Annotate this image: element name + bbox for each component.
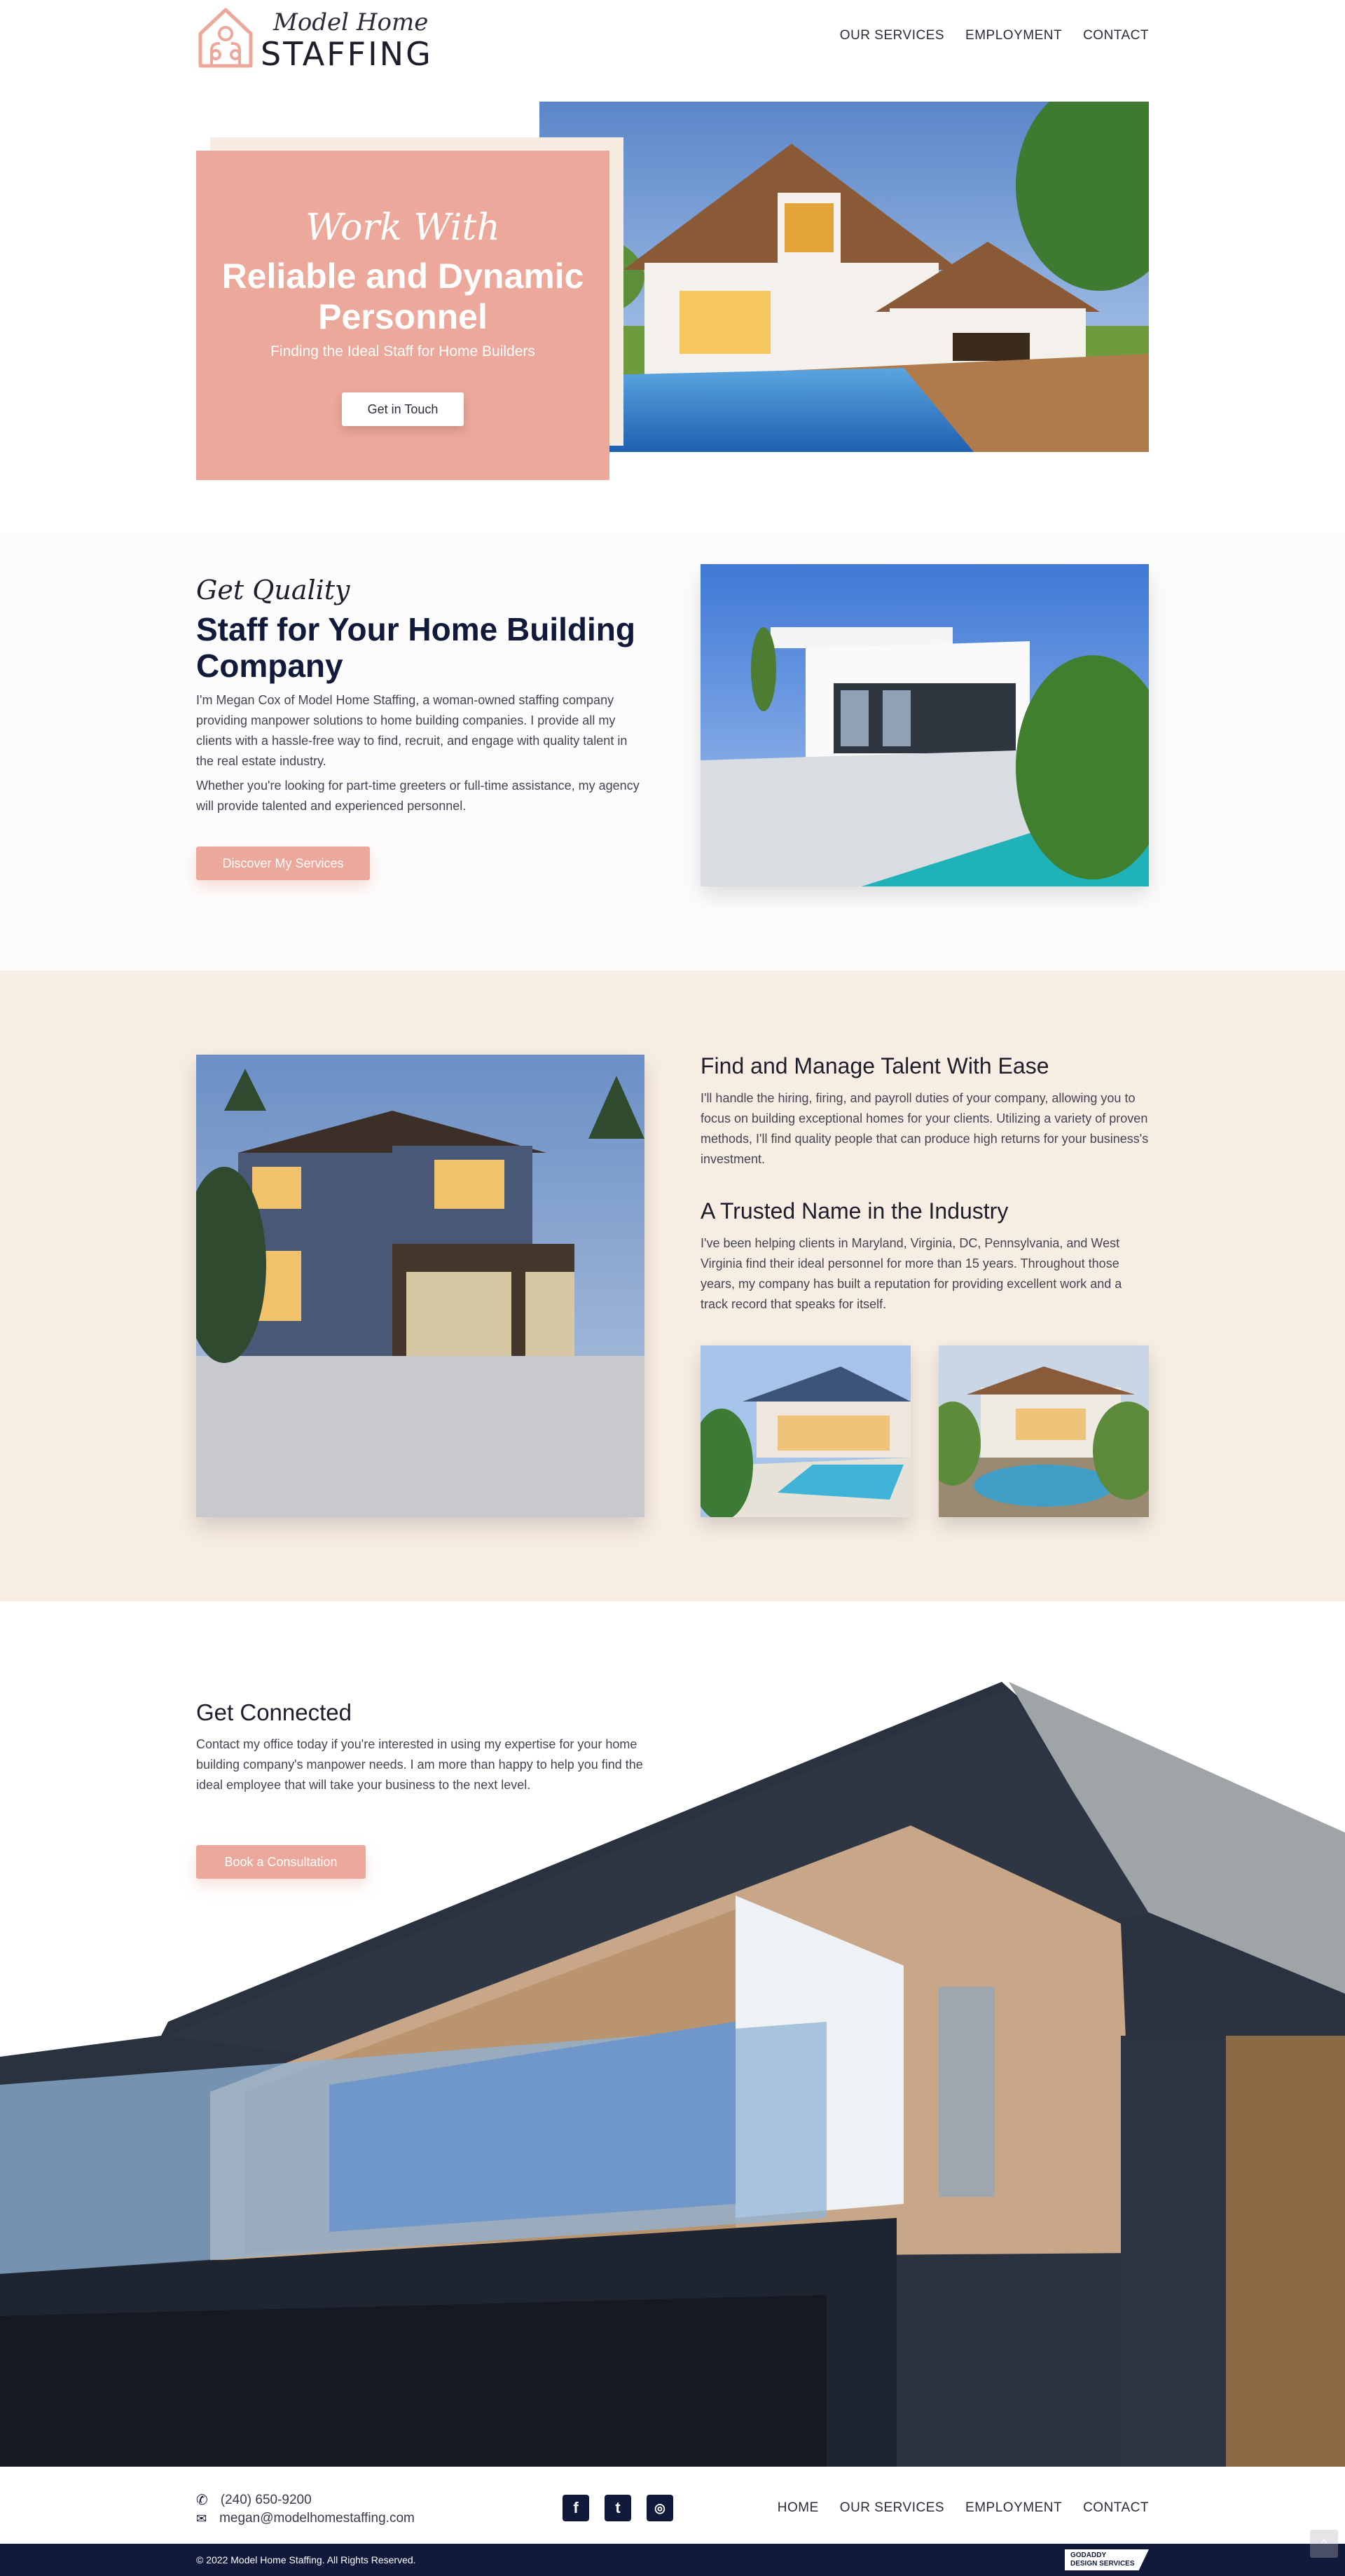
connect-section: Get Connected Contact my office today if… (0, 1601, 1345, 2467)
talent-heading-2: A Trusted Name in the Industry (701, 1198, 1009, 1224)
house-logo-icon (198, 8, 253, 68)
footer-nav-home[interactable]: HOME (778, 2500, 819, 2516)
pool-patio-thumb-1 (701, 1345, 911, 1517)
badge-line-1: GODADDY (1070, 2551, 1107, 2559)
footer-nav-our-services[interactable]: OUR SERVICES (840, 2500, 944, 2516)
hero-subtitle: Finding the Ideal Staff for Home Builder… (270, 343, 535, 359)
godaddy-badge[interactable]: GODADDY DESIGN SERVICES (1065, 2549, 1149, 2570)
phone-icon: ✆ (196, 2493, 208, 2508)
about-title: Staff for Your Home Building Company (196, 611, 635, 684)
about-paragraph-2: Whether you're looking for part-time gre… (196, 779, 640, 813)
footer-phone[interactable]: ✆ (240) 650-9200 (196, 2491, 312, 2509)
twitter-icon[interactable]: t (605, 2495, 631, 2521)
pool-patio-thumb-2 (939, 1345, 1149, 1517)
book-consultation-button[interactable]: Book a Consultation (196, 1845, 366, 1879)
phone-number: (240) 650-9200 (220, 2492, 312, 2507)
hero-title: Reliable and Dynamic Personnel (221, 256, 584, 336)
talent-section: Find and Manage Talent With Ease I'll ha… (0, 971, 1345, 1601)
connect-title: Get Connected (196, 1699, 352, 1725)
footer-nav: HOME OUR SERVICES EMPLOYMENT CONTACT (778, 2500, 1149, 2516)
garage-house-photo (196, 1055, 644, 1517)
hero-house-photo (539, 102, 1149, 452)
nav-contact[interactable]: CONTACT (1083, 28, 1149, 43)
envelope-icon: ✉ (196, 2511, 207, 2526)
talent-heading-1: Find and Manage Talent With Ease (701, 1053, 1049, 1078)
hero-script-heading: Work With (305, 207, 500, 249)
site-footer: ✆ (240) 650-9200 ✉ megan@modelhomestaffi… (0, 2467, 1345, 2544)
instagram-icon[interactable]: ◎ (647, 2495, 673, 2521)
footer-email[interactable]: ✉ megan@modelhomestaffing.com (196, 2511, 415, 2526)
about-paragraph-1: I'm Megan Cox of Model Home Staffing, a … (196, 693, 628, 768)
nav-our-services[interactable]: OUR SERVICES (840, 28, 944, 43)
footer-nav-employment[interactable]: EMPLOYMENT (965, 2500, 1062, 2516)
about-section: Get Quality Staff for Your Home Building… (0, 533, 1345, 971)
social-links: f t ◎ (563, 2495, 673, 2521)
talent-paragraph-2: I've been helping clients in Maryland, V… (701, 1236, 1122, 1311)
copyright-text: © 2022 Model Home Staffing. All Rights R… (196, 2554, 416, 2565)
email-address: megan@modelhomestaffing.com (219, 2511, 415, 2526)
badge-line-2: DESIGN SERVICES (1070, 2560, 1135, 2568)
site-header: Model Home STAFFING OUR SERVICES EMPLOYM… (0, 0, 1345, 77)
facebook-icon[interactable]: f (563, 2495, 589, 2521)
modern-house-pool-photo (701, 564, 1149, 886)
logo[interactable]: Model Home STAFFING (196, 4, 431, 73)
discover-services-button[interactable]: Discover My Services (196, 847, 370, 880)
connect-paragraph: Contact my office today if you're intere… (196, 1737, 643, 1792)
nav-employment[interactable]: EMPLOYMENT (965, 28, 1062, 43)
talent-paragraph-1: I'll handle the hiring, firing, and payr… (701, 1091, 1149, 1166)
logo-wordmark: STAFFING (261, 35, 433, 73)
hero-card: Work With Reliable and Dynamic Personnel… (196, 151, 609, 480)
scroll-to-top-icon[interactable]: ^ (1310, 2530, 1338, 2558)
logo-script-text: Model Home (273, 8, 429, 36)
main-nav: OUR SERVICES EMPLOYMENT CONTACT (840, 28, 1149, 43)
footer-nav-contact[interactable]: CONTACT (1083, 2500, 1149, 2516)
get-in-touch-button[interactable]: Get in Touch (342, 392, 464, 426)
modern-building-photo (0, 1682, 1345, 2467)
about-script-heading: Get Quality (196, 575, 350, 605)
copyright-bar: © 2022 Model Home Staffing. All Rights R… (0, 2544, 1345, 2576)
